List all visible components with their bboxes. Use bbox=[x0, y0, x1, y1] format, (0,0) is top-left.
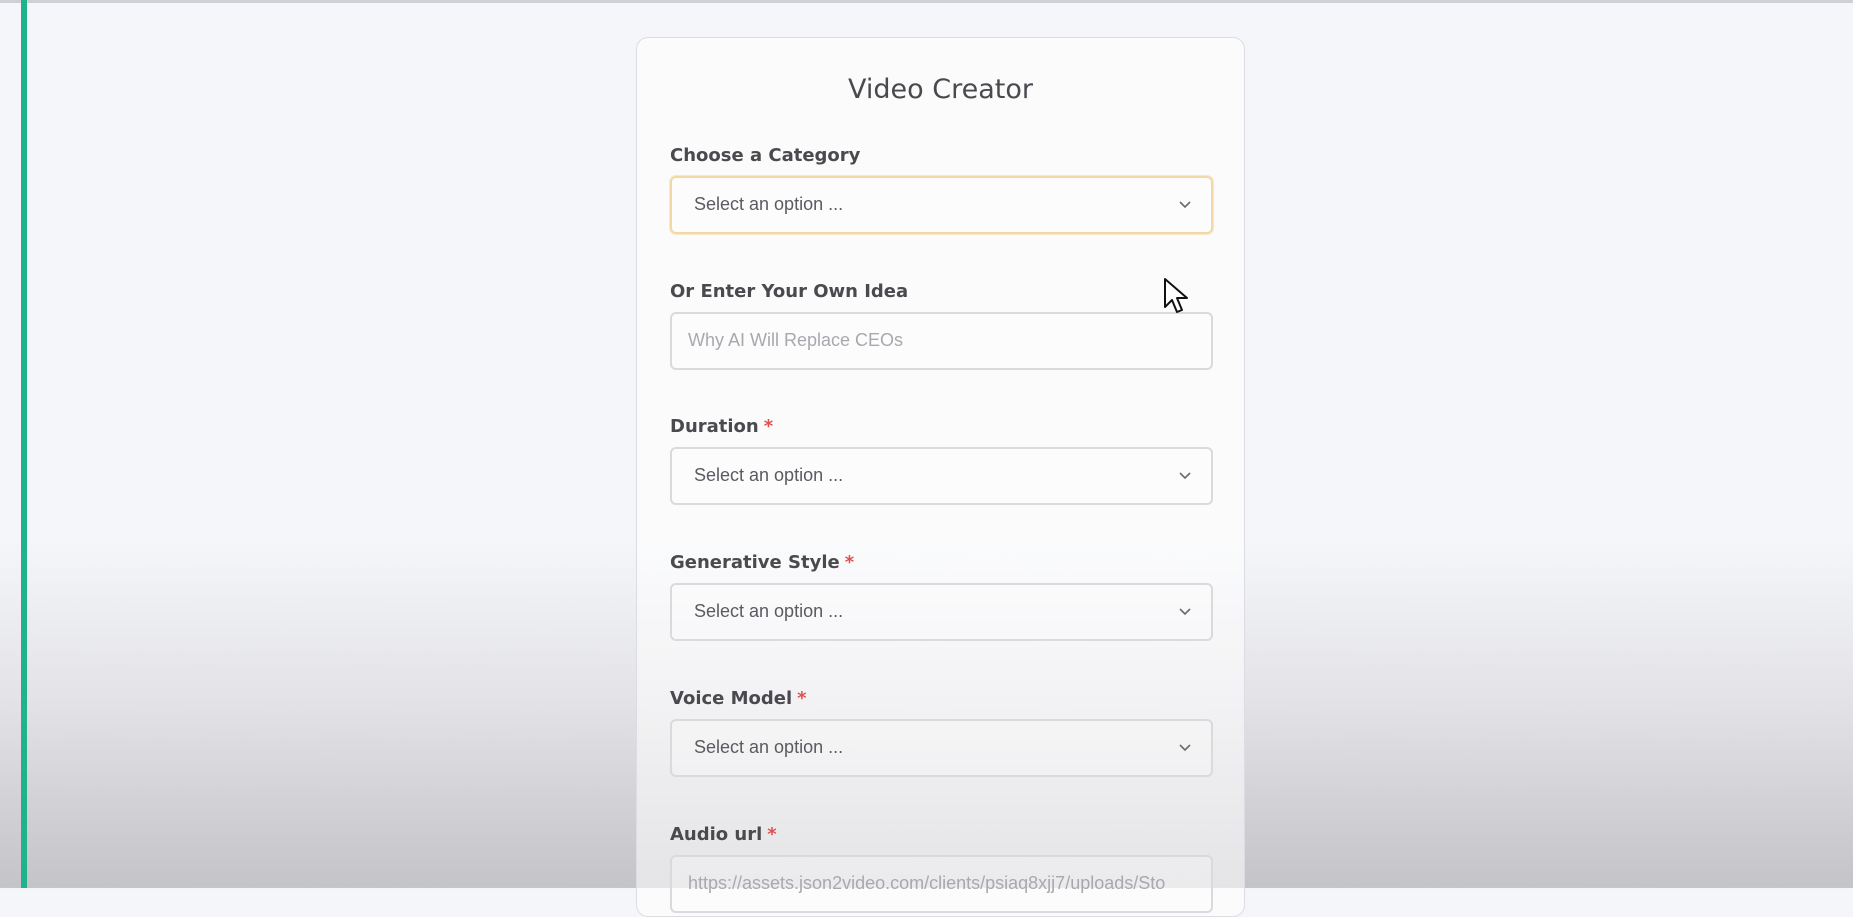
required-mark: * bbox=[797, 688, 807, 709]
voice-select[interactable]: Select an option ... bbox=[670, 719, 1213, 777]
top-border bbox=[0, 0, 1853, 3]
category-label: Choose a Category bbox=[670, 145, 860, 166]
duration-label: Duration * bbox=[670, 416, 773, 437]
idea-label-text: Or Enter Your Own Idea bbox=[670, 281, 909, 302]
voice-label-text: Voice Model bbox=[670, 688, 793, 709]
chevron-down-icon bbox=[1179, 472, 1191, 480]
category-select[interactable]: Select an option ... bbox=[670, 176, 1213, 234]
form-title: Video Creator bbox=[848, 74, 1033, 105]
style-label-text: Generative Style bbox=[670, 552, 840, 573]
voice-label: Voice Model * bbox=[670, 688, 807, 709]
chevron-down-icon bbox=[1179, 201, 1191, 209]
required-mark: * bbox=[844, 552, 855, 573]
chevron-down-icon bbox=[1179, 608, 1191, 616]
mouse-cursor-icon bbox=[1164, 278, 1188, 313]
category-select-value: Select an option ... bbox=[694, 194, 844, 214]
idea-input-placeholder: Why AI Will Replace CEOs bbox=[688, 330, 904, 350]
left-accent-bar bbox=[21, 0, 27, 888]
audio-url-input[interactable]: https://assets.json2video.com/clients/ps… bbox=[670, 855, 1213, 913]
duration-select[interactable]: Select an option ... bbox=[670, 447, 1213, 505]
video-creator-form: Video Creator Choose a Category Select a… bbox=[636, 37, 1245, 917]
audio-url-value: https://assets.json2video.com/clients/ps… bbox=[688, 873, 1166, 893]
style-label: Generative Style * bbox=[670, 552, 854, 573]
audio-label: Audio url * bbox=[670, 824, 777, 845]
audio-label-text: Audio url bbox=[670, 824, 763, 845]
duration-label-text: Duration bbox=[670, 416, 759, 437]
idea-input[interactable]: Why AI Will Replace CEOs bbox=[670, 312, 1213, 370]
category-label-text: Choose a Category bbox=[670, 145, 861, 166]
required-mark: * bbox=[763, 416, 774, 437]
idea-label: Or Enter Your Own Idea bbox=[670, 281, 908, 302]
duration-select-value: Select an option ... bbox=[694, 465, 844, 485]
style-select-value: Select an option ... bbox=[694, 601, 844, 621]
style-select[interactable]: Select an option ... bbox=[670, 583, 1213, 641]
required-mark: * bbox=[767, 824, 777, 845]
chevron-down-icon bbox=[1179, 744, 1191, 752]
voice-select-value: Select an option ... bbox=[694, 737, 844, 757]
